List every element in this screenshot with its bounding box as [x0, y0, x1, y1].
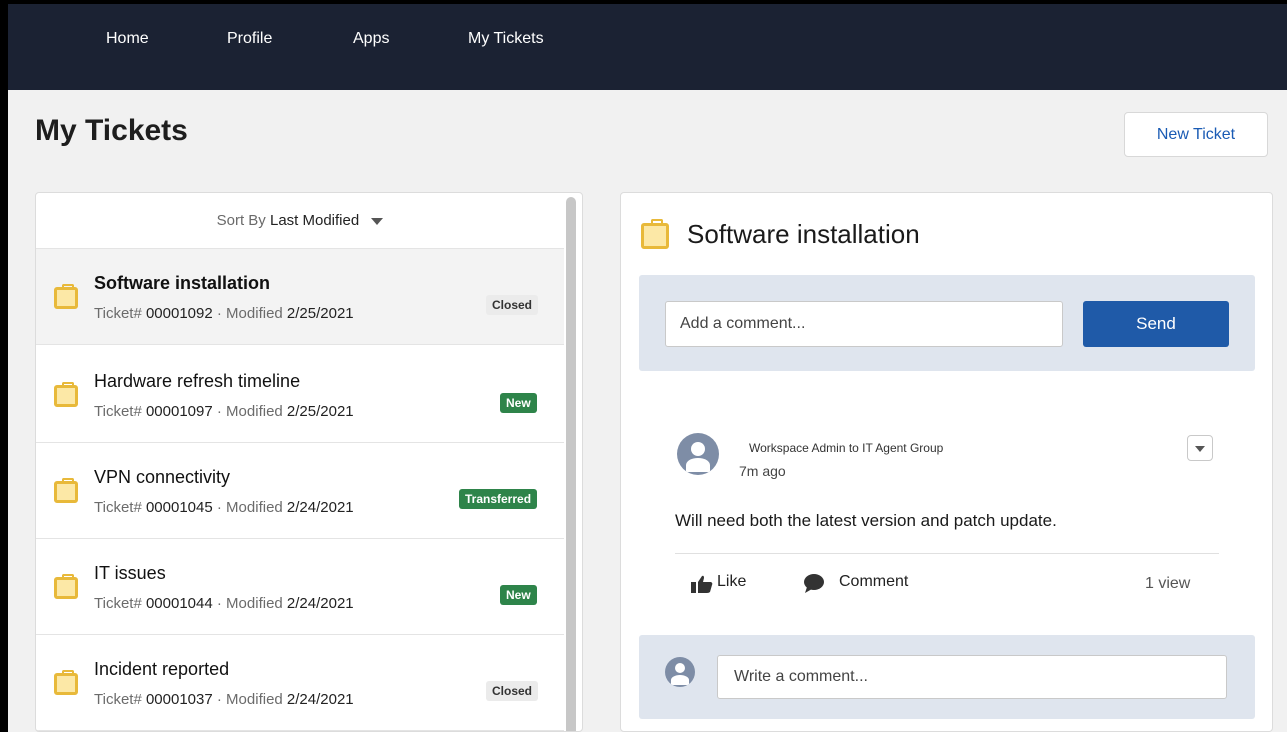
comment-button[interactable]: Comment: [839, 573, 908, 591]
sort-value: Last Modified: [269, 212, 360, 229]
comment-composer: Send: [639, 275, 1255, 371]
status-badge: New: [500, 585, 537, 605]
new-ticket-button[interactable]: New Ticket: [1124, 112, 1268, 157]
detail-title: Software installation: [687, 219, 920, 249]
user-avatar-icon: [665, 657, 695, 687]
ticket-number-label: Ticket#: [94, 691, 142, 708]
ticket-row[interactable]: Hardware refresh timeline Ticket# 000010…: [36, 347, 564, 443]
ticket-case-icon: [54, 382, 78, 407]
modified-label: · Modified: [216, 499, 283, 516]
modified-label: · Modified: [216, 403, 283, 420]
nav-apps[interactable]: Apps: [353, 30, 389, 48]
ticket-number: 00001044: [145, 595, 213, 612]
ticket-meta: Ticket# 00001092 · Modified 2/25/2021: [94, 305, 354, 322]
ticket-meta: Ticket# 00001044 · Modified 2/24/2021: [94, 595, 354, 612]
speech-bubble-icon: [804, 574, 824, 593]
page-title: My Tickets: [35, 114, 188, 147]
ticket-modified-date: 2/25/2021: [286, 403, 354, 420]
ticket-title: Software installation: [94, 273, 271, 293]
ticket-title: VPN connectivity: [94, 467, 231, 487]
status-badge: Transferred: [459, 489, 538, 509]
ticket-title: Hardware refresh timeline: [94, 371, 301, 391]
ticket-number: 00001037: [145, 691, 213, 708]
ticket-case-icon: [641, 219, 669, 249]
ticket-number: 00001045: [145, 499, 213, 516]
ticket-number-label: Ticket#: [94, 595, 142, 612]
reply-composer: [639, 635, 1255, 719]
ticket-number-label: Ticket#: [94, 305, 142, 322]
ticket-title: Incident reported: [94, 659, 230, 679]
status-badge: New: [500, 393, 537, 413]
status-badge: Closed: [486, 295, 539, 315]
ticket-row[interactable]: Incident reported Ticket# 00001037 · Mod…: [36, 635, 564, 731]
ticket-meta: Ticket# 00001037 · Modified 2/24/2021: [94, 691, 354, 708]
ticket-row[interactable]: Software installation Ticket# 00001092 ·…: [36, 249, 564, 345]
ticket-row[interactable]: IT issues Ticket# 00001044 · Modified 2/…: [36, 539, 564, 635]
ticket-case-icon: [54, 670, 78, 695]
caret-down-icon: [371, 217, 384, 225]
divider: [675, 553, 1219, 554]
window-frame-top: [0, 0, 1287, 4]
nav-profile[interactable]: Profile: [227, 30, 272, 48]
nav-my-tickets[interactable]: My Tickets: [468, 30, 544, 48]
window-frame-left: [0, 0, 8, 732]
write-comment-input[interactable]: [717, 655, 1227, 699]
post-timestamp: 7m ago: [739, 463, 786, 479]
add-comment-input[interactable]: [665, 301, 1063, 347]
modified-label: · Modified: [216, 691, 283, 708]
ticket-modified-date: 2/24/2021: [286, 499, 354, 516]
ticket-meta: Ticket# 00001045 · Modified 2/24/2021: [94, 499, 354, 516]
user-avatar-icon: [677, 433, 719, 475]
ticket-number: 00001092: [145, 305, 213, 322]
sort-dropdown[interactable]: Sort By Last Modified: [36, 193, 564, 249]
thumbs-up-icon: [691, 575, 713, 593]
ticket-case-icon: [54, 478, 78, 503]
ticket-detail-panel: Software installation Send Workspace Adm…: [620, 192, 1273, 732]
ticket-modified-date: 2/25/2021: [286, 305, 354, 322]
nav-home[interactable]: Home: [106, 30, 149, 48]
ticket-number-label: Ticket#: [94, 403, 142, 420]
modified-label: · Modified: [216, 305, 283, 322]
ticket-number-label: Ticket#: [94, 499, 142, 516]
sort-label: Sort By: [216, 212, 266, 229]
ticket-list-panel: Sort By Last Modified Software installat…: [35, 192, 583, 732]
ticket-title: IT issues: [94, 563, 166, 583]
modified-label: · Modified: [216, 595, 283, 612]
send-button[interactable]: Send: [1083, 301, 1229, 347]
view-count: 1 view: [1145, 575, 1191, 592]
ticket-modified-date: 2/24/2021: [286, 691, 354, 708]
ticket-row[interactable]: VPN connectivity Ticket# 00001045 · Modi…: [36, 443, 564, 539]
post-author: Workspace Admin to IT Agent Group: [749, 441, 944, 455]
ticket-modified-date: 2/24/2021: [286, 595, 354, 612]
post-body: Will need both the latest version and pa…: [675, 511, 1057, 530]
ticket-case-icon: [54, 284, 78, 309]
status-badge: Closed: [486, 681, 539, 701]
list-scrollbar[interactable]: [566, 197, 576, 731]
ticket-number: 00001097: [145, 403, 213, 420]
ticket-meta: Ticket# 00001097 · Modified 2/25/2021: [94, 403, 354, 420]
ticket-case-icon: [54, 574, 78, 599]
top-navigation-bar: Home Profile Apps My Tickets: [0, 0, 1287, 90]
like-button[interactable]: Like: [717, 573, 746, 591]
post-menu-button[interactable]: [1187, 435, 1213, 461]
